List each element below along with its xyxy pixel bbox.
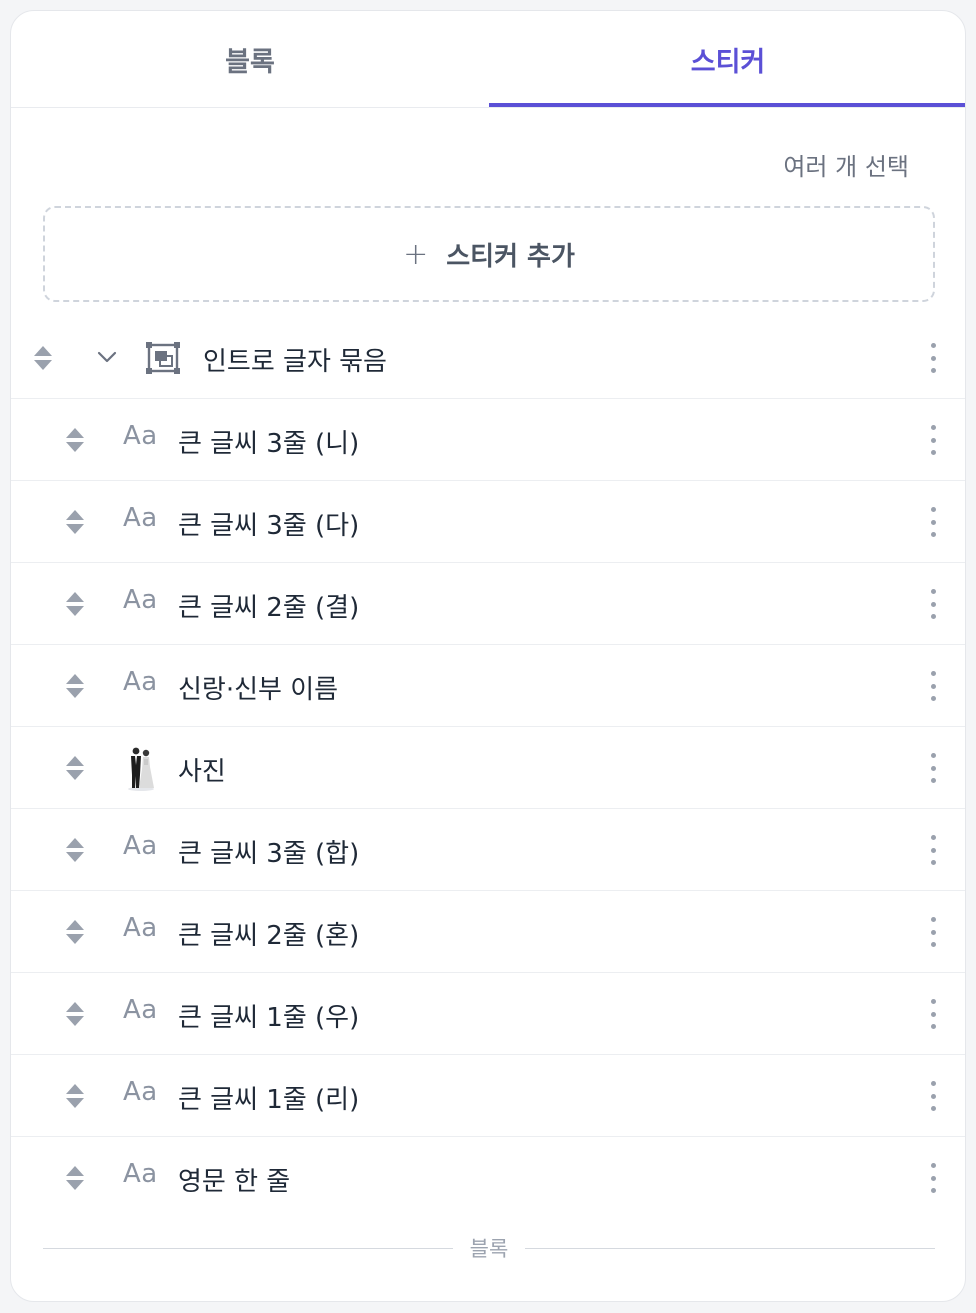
chevron-down-icon[interactable] — [95, 345, 119, 369]
text-type-icon: Aa — [123, 421, 158, 451]
more-options-icon[interactable] — [923, 589, 943, 619]
group-name: 인트로 글자 묶음 — [203, 347, 387, 377]
tab-blocks[interactable]: 블록 — [11, 11, 489, 108]
more-options-icon[interactable] — [923, 1081, 943, 1111]
text-type-icon: Aa — [123, 1159, 158, 1189]
list-item[interactable]: Aa 큰 글씨 1줄 (우) — [11, 973, 965, 1055]
drag-handle-icon[interactable] — [65, 591, 85, 617]
divider-label: 블록 — [469, 1237, 509, 1261]
more-options-icon[interactable] — [923, 917, 943, 947]
drag-handle-icon[interactable] — [65, 919, 85, 945]
sticker-panel: 블록 스티커 여러 개 선택 + 스티커 추가 인트로 글자 묶음 Aa 큰 글… — [10, 10, 966, 1302]
drag-handle-icon[interactable] — [65, 755, 85, 781]
active-tab-indicator — [489, 103, 965, 107]
item-name: 큰 글씨 3줄 (니) — [178, 429, 360, 459]
list-item[interactable]: 사진 — [11, 727, 965, 809]
drag-handle-icon[interactable] — [65, 427, 85, 453]
item-name: 신랑·신부 이름 — [178, 675, 339, 705]
more-options-icon[interactable] — [923, 753, 943, 783]
text-type-icon: Aa — [123, 831, 158, 861]
text-type-icon: Aa — [123, 503, 158, 533]
item-name: 큰 글씨 3줄 (합) — [178, 839, 360, 869]
add-sticker-label: 스티커 추가 — [446, 241, 575, 272]
list-item[interactable]: Aa 큰 글씨 1줄 (리) — [11, 1055, 965, 1137]
more-options-icon[interactable] — [923, 1163, 943, 1193]
drag-handle-icon[interactable] — [65, 673, 85, 699]
more-options-icon[interactable] — [923, 671, 943, 701]
more-options-icon[interactable] — [923, 999, 943, 1029]
add-sticker-button[interactable]: + 스티커 추가 — [43, 206, 935, 302]
drag-handle-icon[interactable] — [65, 1001, 85, 1027]
list-item[interactable]: Aa 큰 글씨 2줄 (혼) — [11, 891, 965, 973]
drag-handle-icon[interactable] — [65, 837, 85, 863]
sticker-list: 인트로 글자 묶음 Aa 큰 글씨 3줄 (니) Aa 큰 글씨 3줄 (다) Aa 큰 … — [11, 317, 965, 1219]
tab-bar: 블록 스티커 — [11, 11, 965, 108]
item-name: 큰 글씨 2줄 (결) — [178, 593, 360, 623]
multi-select-button[interactable]: 여러 개 선택 — [783, 147, 909, 182]
group-row[interactable]: 인트로 글자 묶음 — [11, 317, 965, 399]
item-name: 큰 글씨 1줄 (리) — [178, 1085, 360, 1115]
more-options-icon[interactable] — [923, 343, 943, 373]
list-item[interactable]: Aa 영문 한 줄 — [11, 1137, 965, 1219]
divider-line-left — [43, 1248, 453, 1249]
item-name: 영문 한 줄 — [178, 1167, 291, 1197]
more-options-icon[interactable] — [923, 835, 943, 865]
more-options-icon[interactable] — [923, 425, 943, 455]
drag-handle-icon[interactable] — [33, 345, 53, 371]
item-name: 큰 글씨 2줄 (혼) — [178, 921, 360, 951]
item-name: 큰 글씨 1줄 (우) — [178, 1003, 360, 1033]
text-type-icon: Aa — [123, 995, 158, 1025]
text-type-icon: Aa — [123, 913, 158, 943]
item-name: 큰 글씨 3줄 (다) — [178, 511, 360, 541]
drag-handle-icon[interactable] — [65, 509, 85, 535]
list-item[interactable]: Aa 큰 글씨 3줄 (다) — [11, 481, 965, 563]
list-item[interactable]: Aa 신랑·신부 이름 — [11, 645, 965, 727]
list-item[interactable]: Aa 큰 글씨 3줄 (합) — [11, 809, 965, 891]
more-options-icon[interactable] — [923, 507, 943, 537]
text-type-icon: Aa — [123, 667, 158, 697]
list-item[interactable]: Aa 큰 글씨 3줄 (니) — [11, 399, 965, 481]
drag-handle-icon[interactable] — [65, 1165, 85, 1191]
list-item[interactable]: Aa 큰 글씨 2줄 (결) — [11, 563, 965, 645]
divider-line-right — [525, 1248, 935, 1249]
block-divider: 블록 — [43, 1233, 935, 1263]
drag-handle-icon[interactable] — [65, 1083, 85, 1109]
tab-stickers[interactable]: 스티커 — [489, 11, 965, 108]
text-type-icon: Aa — [123, 1077, 158, 1107]
plus-icon: + — [403, 236, 429, 272]
item-name: 사진 — [178, 757, 226, 787]
text-type-icon: Aa — [123, 585, 158, 615]
photo-thumbnail-icon — [127, 745, 155, 791]
group-frame-icon — [146, 342, 180, 374]
